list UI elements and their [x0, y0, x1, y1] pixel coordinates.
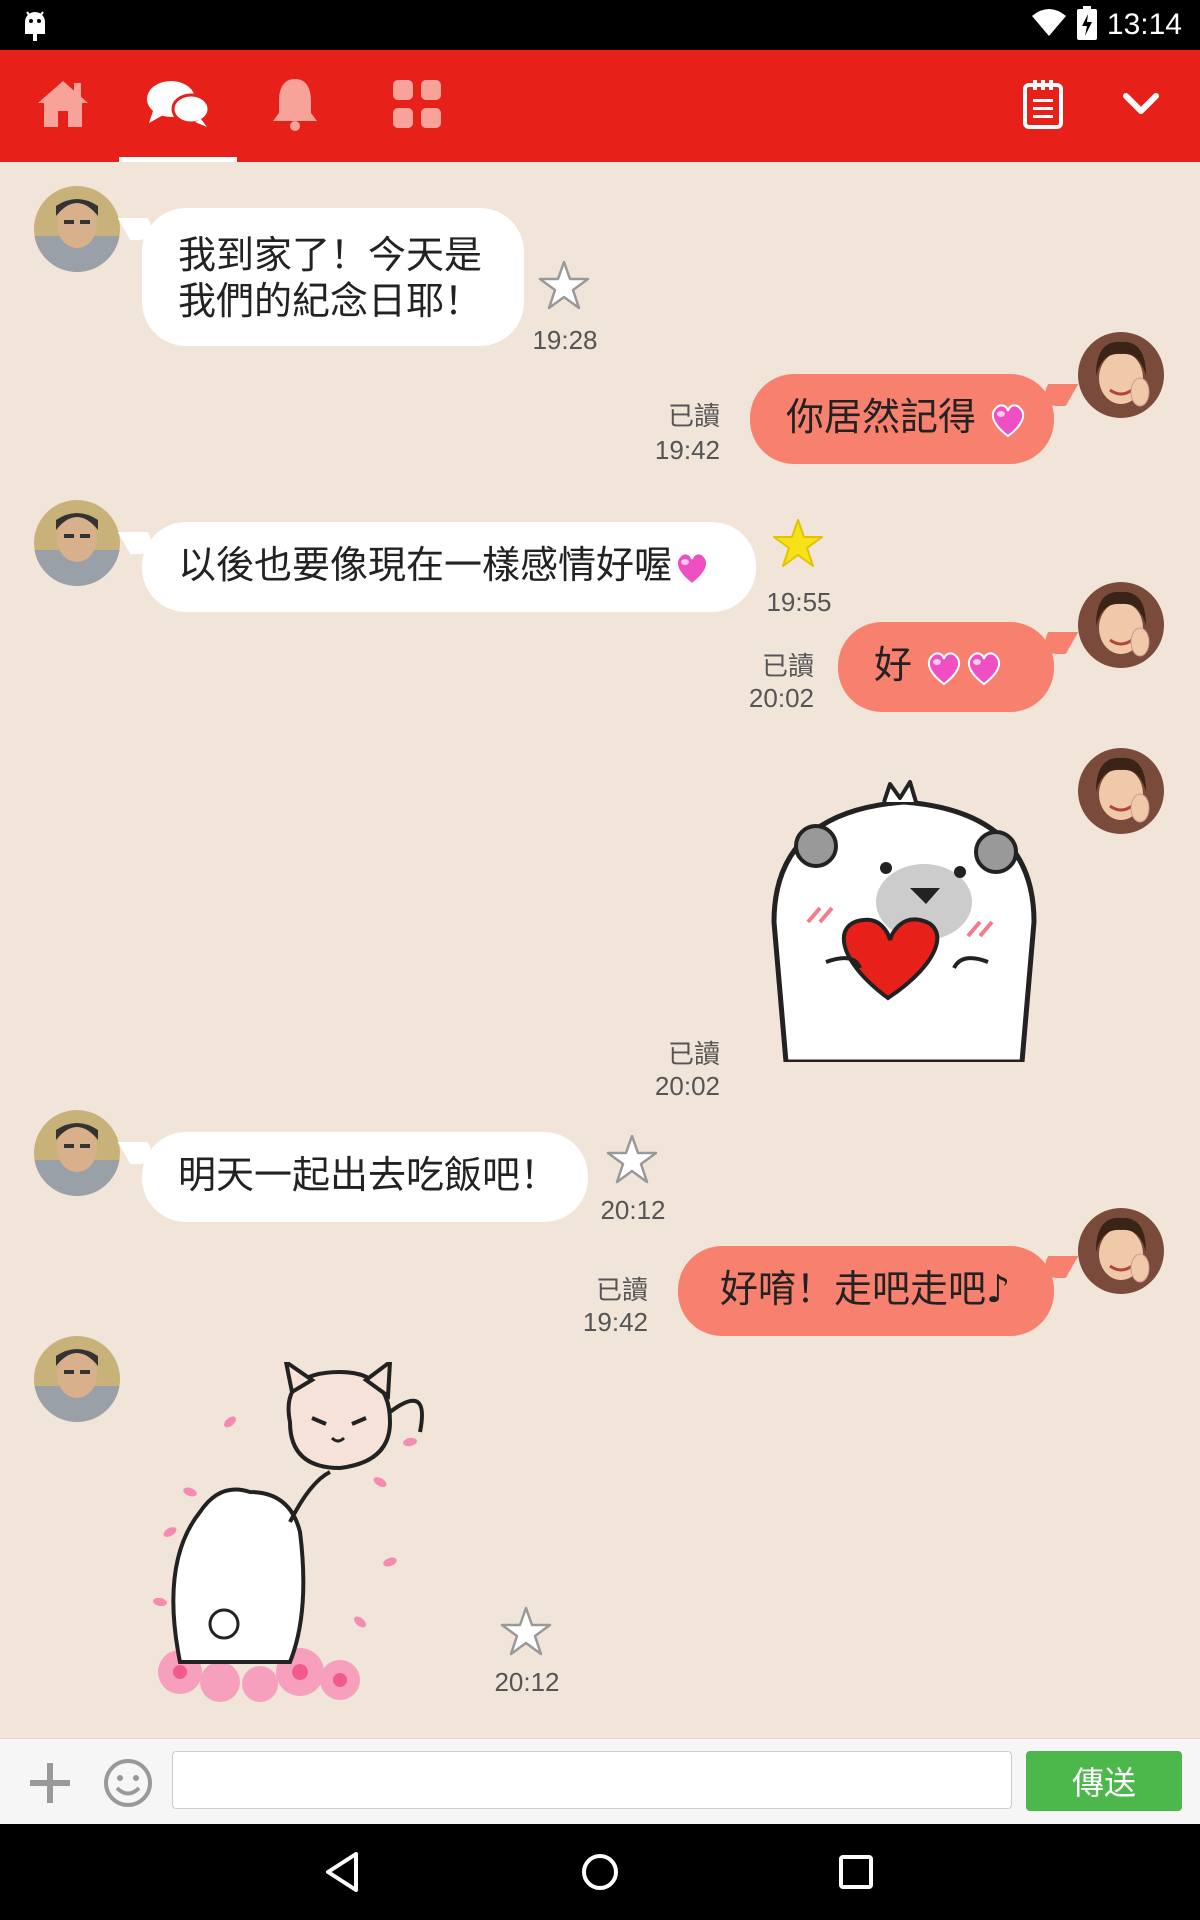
bell-icon	[270, 77, 320, 135]
android-icon	[22, 8, 48, 46]
message-text: 以後也要像現在一樣感情好喔	[178, 543, 673, 587]
message-text: 好	[874, 643, 913, 687]
avatar-contact[interactable]	[34, 500, 120, 586]
message-text: 我到家了！今天是	[178, 233, 483, 277]
tab-notifications[interactable]	[236, 50, 354, 162]
star-outline-icon[interactable]	[536, 258, 592, 314]
clock: 13:14	[1106, 8, 1182, 41]
pink-heart-icon	[675, 551, 709, 585]
message-time: 20:02	[748, 683, 814, 713]
message-bubble-outgoing[interactable]: 好唷！走吧走吧♪	[678, 1246, 1054, 1336]
message-bubble-outgoing[interactable]: 好	[838, 622, 1054, 712]
back-icon[interactable]	[322, 1850, 362, 1898]
message-time: 19:42	[582, 1307, 648, 1337]
avatar-me[interactable]	[1078, 332, 1164, 418]
message-time: 20:12	[494, 1667, 560, 1697]
tab-chat[interactable]	[119, 50, 237, 162]
message-text: 我們的紀念日耶！	[178, 279, 483, 323]
message-bubble-outgoing[interactable]: 你居然記得	[750, 374, 1054, 464]
pink-heart-icon	[992, 403, 1025, 437]
notes-icon	[1023, 79, 1063, 133]
battery-icon	[1076, 6, 1097, 44]
read-receipt: 已讀	[595, 1275, 648, 1305]
message-bubble-incoming[interactable]: 我到家了！今天是 我們的紀念日耶！	[142, 208, 524, 346]
avatar-me[interactable]	[1078, 582, 1164, 668]
avatar-me[interactable]	[1078, 748, 1164, 834]
sticker-bear-with-heart[interactable]	[764, 772, 1044, 1062]
avatar-contact[interactable]	[34, 1336, 120, 1422]
message-composer: 傳送	[0, 1738, 1200, 1825]
star-outline-icon[interactable]	[498, 1604, 554, 1660]
recents-icon[interactable]	[836, 1850, 876, 1898]
wifi-icon	[1031, 8, 1067, 42]
read-receipt: 已讀	[667, 1039, 720, 1069]
chat-area[interactable]: 我到家了！今天是 我們的紀念日耶！ 19:28 你居然記得 已讀 19:42 以…	[0, 162, 1200, 1738]
message-text: 你居然記得	[786, 395, 977, 439]
apps-grid-icon	[393, 80, 441, 132]
status-bar: 13:14	[0, 0, 1200, 50]
message-time: 20:02	[654, 1071, 720, 1101]
star-outline-icon[interactable]	[604, 1132, 660, 1188]
message-bubble-incoming[interactable]: 明天一起出去吃飯吧！	[142, 1132, 588, 1222]
chevron-down-icon	[1123, 93, 1159, 119]
avatar-me[interactable]	[1078, 1208, 1164, 1294]
message-input[interactable]	[172, 1751, 1012, 1809]
message-time: 19:55	[766, 587, 832, 617]
pink-heart-icon	[968, 651, 1001, 685]
message-time: 19:28	[532, 325, 598, 355]
app-header	[0, 50, 1200, 162]
avatar-contact[interactable]	[34, 1110, 120, 1196]
send-button[interactable]: 傳送	[1026, 1751, 1182, 1811]
message-text: 好唷！走吧走吧♪	[720, 1267, 1011, 1311]
menu-expand-button[interactable]	[1082, 50, 1200, 162]
message-time: 20:12	[600, 1195, 666, 1225]
home-nav-icon[interactable]	[580, 1850, 620, 1898]
message-time: 19:42	[654, 435, 720, 465]
chat-icon	[145, 79, 211, 133]
add-attachment-icon[interactable]	[28, 1761, 72, 1809]
message-bubble-incoming[interactable]: 以後也要像現在一樣感情好喔	[142, 522, 756, 612]
read-receipt: 已讀	[761, 651, 814, 681]
system-nav-bar	[0, 1824, 1200, 1920]
sticker-bear-and-cat[interactable]	[140, 1362, 460, 1702]
emoji-icon[interactable]	[102, 1757, 154, 1813]
pink-heart-icon	[928, 651, 961, 685]
home-icon	[36, 79, 90, 133]
read-receipt: 已讀	[667, 401, 720, 431]
tab-home[interactable]	[4, 50, 122, 162]
avatar-contact[interactable]	[34, 186, 120, 272]
tab-apps[interactable]	[358, 50, 476, 162]
star-filled-icon[interactable]	[770, 516, 826, 572]
message-text: 明天一起出去吃飯吧！	[178, 1153, 559, 1197]
